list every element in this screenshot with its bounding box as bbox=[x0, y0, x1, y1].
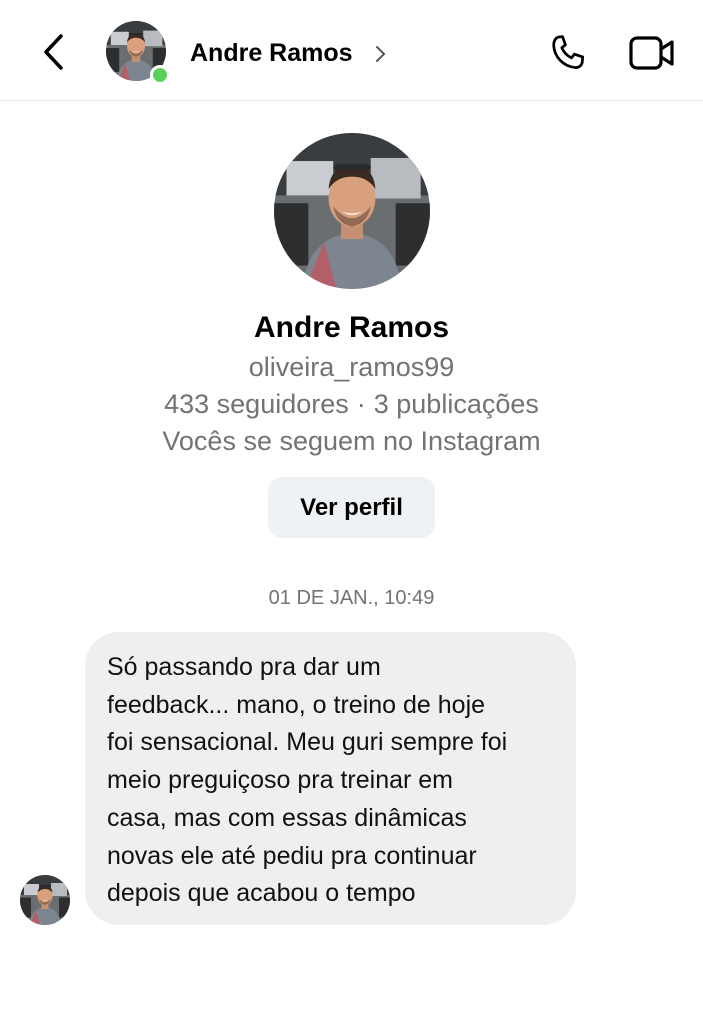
video-camera-icon bbox=[629, 36, 674, 70]
message-bubble[interactable]: Só passando pra dar um feedback... mano,… bbox=[85, 632, 576, 925]
profile-avatar[interactable] bbox=[274, 133, 430, 289]
chevron-right-icon bbox=[376, 46, 385, 62]
profile-name: Andre Ramos bbox=[253, 311, 450, 344]
video-call-button[interactable] bbox=[628, 34, 676, 72]
profile-username: oliveira_ramos99 bbox=[248, 352, 455, 382]
message-text: Só passando pra dar um feedback... mano,… bbox=[107, 653, 508, 908]
contact-name[interactable]: Andre Ramos bbox=[190, 37, 353, 69]
phone-icon bbox=[552, 35, 585, 69]
back-button[interactable] bbox=[36, 32, 72, 72]
posts-count: 3 publicações bbox=[373, 389, 539, 419]
back-arrow-icon bbox=[44, 34, 63, 70]
chat-header: Andre Ramos bbox=[0, 0, 703, 101]
profile-stats: 433 seguidores · 3 publicações bbox=[0, 387, 703, 421]
message-timestamp: 01 DE JAN., 10:49 bbox=[268, 587, 435, 609]
view-profile-button[interactable]: Ver perfil bbox=[268, 477, 435, 538]
audio-call-button[interactable] bbox=[546, 32, 590, 76]
mutual-follow-text: Vocês se seguem no Instagram bbox=[162, 426, 541, 456]
profile-picture bbox=[274, 133, 430, 289]
header-avatar[interactable] bbox=[106, 21, 170, 85]
stats-separator: · bbox=[356, 389, 366, 419]
online-status-indicator bbox=[150, 65, 170, 85]
message-sender-avatar[interactable] bbox=[20, 875, 70, 925]
followers-count: 433 seguidores bbox=[164, 389, 349, 419]
avatar-image bbox=[20, 875, 70, 925]
